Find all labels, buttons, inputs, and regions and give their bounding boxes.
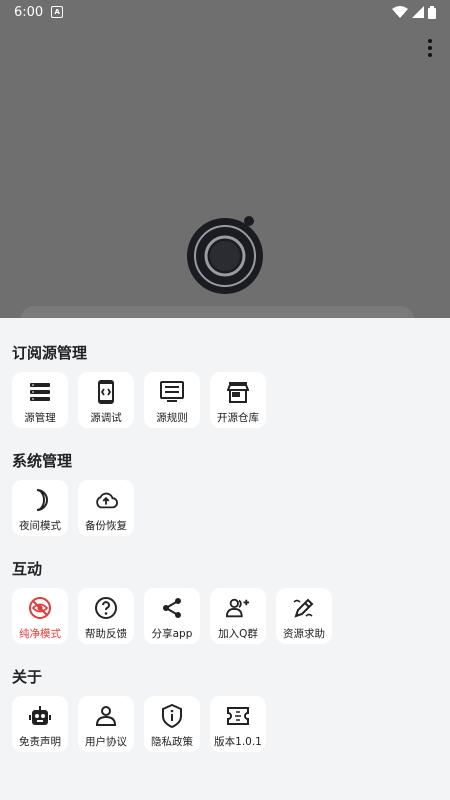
- tile-label: 隐私政策: [151, 736, 193, 748]
- section-title-subscription: 订阅源管理: [12, 344, 88, 362]
- edit-icon: [292, 596, 316, 620]
- help-icon: [94, 596, 118, 620]
- source-management-button[interactable]: 源管理: [12, 372, 68, 428]
- list-icon: [28, 380, 52, 404]
- section-title-system: 系统管理: [12, 452, 73, 470]
- tile-label: 帮助反馈: [85, 628, 127, 640]
- backup-restore-button[interactable]: 备份恢复: [78, 480, 134, 536]
- monitor-icon: [160, 380, 184, 404]
- privacy-policy-button[interactable]: 隐私政策: [144, 696, 200, 752]
- add-group-icon: [226, 596, 250, 620]
- moon-icon: [28, 488, 52, 512]
- section-title-interaction: 互动: [12, 560, 43, 578]
- eye-off-icon: [28, 596, 52, 620]
- bottom-sheet: 订阅源管理 源管理 源调试 源规则 开源仓库 系统管理 夜间模式 备份恢复 互动…: [0, 318, 450, 800]
- disclaimer-button[interactable]: 免责声明: [12, 696, 68, 752]
- resource-request-button[interactable]: 资源求助: [276, 588, 332, 644]
- tile-label: 版本1.0.1: [214, 736, 262, 748]
- tile-label: 分享app: [151, 628, 193, 640]
- code-phone-icon: [94, 380, 118, 404]
- pure-mode-button[interactable]: 纯净模式: [12, 588, 68, 644]
- status-bar: 6:00 A: [0, 0, 450, 24]
- person-icon: [94, 704, 118, 728]
- notification-icon: A: [51, 6, 64, 18]
- wifi-icon: [392, 6, 408, 18]
- status-time: 6:00: [14, 4, 44, 20]
- battery-icon: [428, 5, 436, 19]
- app-logo-icon: [187, 216, 263, 294]
- open-source-repo-button[interactable]: 开源仓库: [210, 372, 266, 428]
- robot-icon: [28, 704, 52, 728]
- ticket-icon: [226, 704, 250, 728]
- tile-label: 夜间模式: [19, 520, 61, 532]
- tile-label: 纯净模式: [19, 628, 61, 640]
- source-rules-button[interactable]: 源规则: [144, 372, 200, 428]
- user-agreement-button[interactable]: 用户协议: [78, 696, 134, 752]
- share-app-button[interactable]: 分享app: [144, 588, 200, 644]
- tile-label: 源管理: [24, 412, 56, 424]
- more-options-button[interactable]: [422, 36, 438, 60]
- cloud-upload-icon: [94, 488, 118, 512]
- tile-label: 源调试: [90, 412, 122, 424]
- tile-label: 用户协议: [85, 736, 127, 748]
- tile-label: 备份恢复: [85, 520, 127, 532]
- shield-info-icon: [160, 704, 184, 728]
- night-mode-button[interactable]: 夜间模式: [12, 480, 68, 536]
- share-icon: [160, 596, 184, 620]
- signal-icon: [412, 6, 424, 18]
- tile-label: 源规则: [156, 412, 188, 424]
- help-feedback-button[interactable]: 帮助反馈: [78, 588, 134, 644]
- tile-label: 资源求助: [283, 628, 325, 640]
- tile-label: 加入Q群: [218, 628, 258, 640]
- tile-label: 免责声明: [19, 736, 61, 748]
- source-debug-button[interactable]: 源调试: [78, 372, 134, 428]
- join-qq-group-button[interactable]: 加入Q群: [210, 588, 266, 644]
- tile-label: 开源仓库: [217, 412, 259, 424]
- store-icon: [226, 380, 250, 404]
- section-title-about: 关于: [12, 668, 43, 686]
- version-button[interactable]: 版本1.0.1: [210, 696, 266, 752]
